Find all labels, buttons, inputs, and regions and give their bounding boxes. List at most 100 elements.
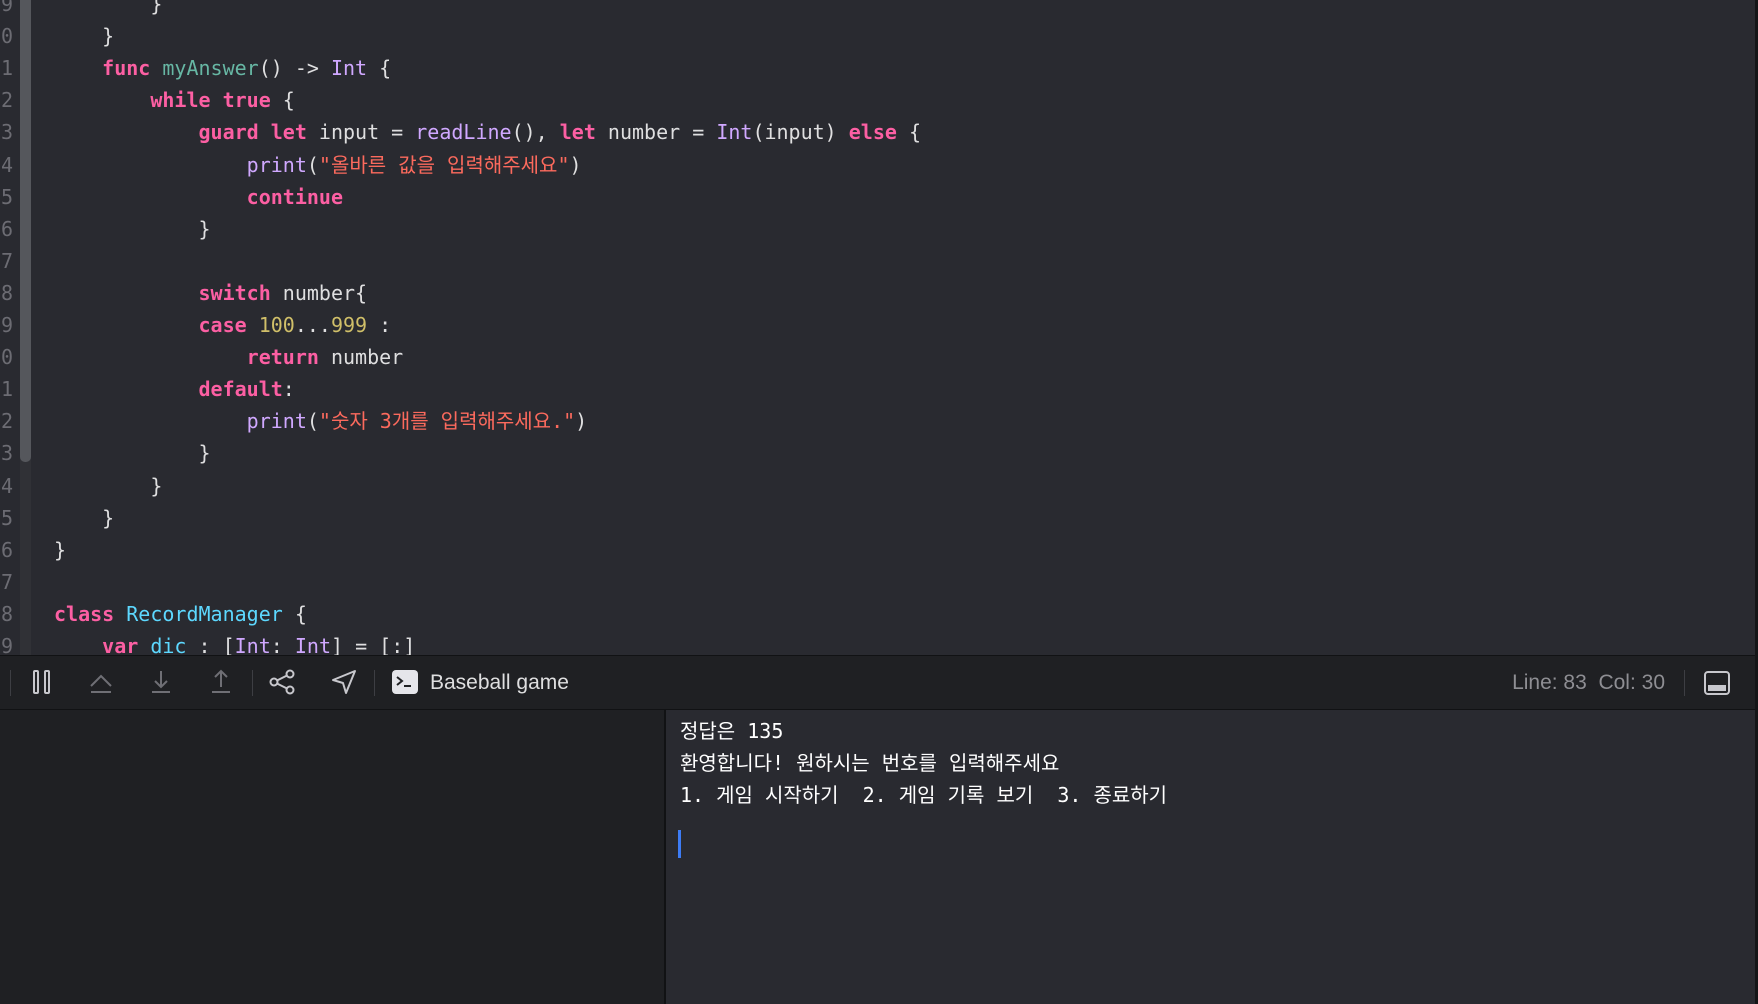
line-number: 0 — [0, 345, 13, 370]
code-line[interactable]: while true { — [54, 88, 295, 112]
code-line[interactable]: case 100...999 : — [54, 313, 392, 337]
code-token: } — [54, 537, 67, 562]
code-token: { — [282, 601, 307, 626]
panel-toggle-icon[interactable] — [1703, 670, 1731, 696]
code-token: class — [54, 601, 115, 626]
code-token: dic — [150, 634, 187, 655]
code-line[interactable]: } — [54, 506, 114, 530]
line-number: 9 — [0, 313, 13, 337]
code-token: Int — [716, 120, 753, 145]
code-token: : — [282, 377, 295, 402]
console-output[interactable]: 정답은 135 환영합니다! 원하시는 번호를 입력해주세요 1. 게임 시작하… — [666, 710, 1755, 1004]
debug-memory-graph-button[interactable] — [267, 666, 299, 698]
code-token: ( — [306, 152, 319, 177]
line-number: 2 — [0, 409, 13, 434]
code-token: 999 — [330, 313, 368, 337]
pause-button[interactable] — [26, 666, 58, 698]
code-line[interactable]: switch number{ — [54, 280, 368, 305]
code-token: { — [896, 120, 922, 145]
code-token: ) — [575, 409, 588, 434]
line-number: 4 — [0, 473, 13, 498]
code-token: RecordManager — [126, 601, 283, 626]
code-token: continue — [246, 184, 343, 209]
terminal-icon — [392, 670, 418, 694]
code-line[interactable]: default: — [54, 377, 295, 401]
code-token: number = — [595, 120, 717, 145]
step-over-button[interactable] — [85, 666, 117, 698]
code-token: readLine — [415, 120, 512, 145]
code-line[interactable]: print("숫자 3개를 입력해주세요.") — [54, 409, 588, 434]
code-line[interactable]: } — [54, 24, 114, 48]
step-over-icon — [90, 674, 112, 693]
code-token: 100 — [258, 313, 295, 337]
code-token: else — [848, 120, 897, 145]
code-token: Int — [234, 634, 271, 655]
code-token: case — [198, 313, 247, 337]
code-token: return — [246, 345, 319, 370]
step-out-button[interactable] — [205, 666, 237, 698]
console-line: 환영합니다! 원하시는 번호를 입력해주세요 — [680, 751, 1060, 775]
code-line[interactable]: } — [54, 0, 162, 16]
code-token: } — [54, 0, 163, 16]
debug-target-name[interactable]: Baseball game — [430, 670, 569, 696]
line-number: 9 — [0, 0, 13, 16]
location-icon — [332, 670, 356, 694]
code-line[interactable]: } — [54, 538, 66, 562]
code-line[interactable]: } — [54, 474, 162, 498]
code-token: switch — [198, 280, 271, 305]
code-token: } — [54, 441, 211, 466]
code-line[interactable]: return number — [54, 345, 404, 370]
code-line[interactable]: guard let input = readLine(), let number… — [54, 120, 922, 145]
code-token: print — [246, 409, 307, 434]
code-token: ( — [306, 409, 319, 434]
code-token: ... — [294, 313, 331, 337]
code-token: : — [270, 634, 295, 655]
code-token: "숫자 3개를 입력해주세요." — [318, 409, 576, 434]
code-token: number{ — [270, 280, 368, 305]
console-line: 정답은 135 — [680, 719, 784, 743]
code-line[interactable]: print("올바른 값을 입력해주세요") — [54, 153, 582, 177]
line-number: 4 — [0, 152, 13, 177]
code-token: Int — [294, 634, 331, 655]
code-token: myAnswer — [162, 56, 259, 81]
step-into-button[interactable] — [145, 666, 177, 698]
simulate-location-button[interactable] — [328, 666, 360, 698]
line-number: 3 — [0, 120, 13, 145]
code-token: { — [270, 88, 295, 113]
code-token: } — [54, 216, 211, 241]
code-line[interactable]: func myAnswer() -> Int { — [54, 56, 391, 80]
line-number: 7 — [0, 248, 13, 273]
line-number: 2 — [0, 88, 13, 113]
code-token: print — [246, 152, 307, 177]
code-line[interactable]: var dic : [Int: Int] = [:] — [54, 634, 415, 655]
code-line[interactable]: } — [54, 216, 211, 241]
toolbar-separator — [374, 670, 375, 696]
code-token: ) — [569, 152, 582, 177]
variables-view[interactable] — [0, 710, 664, 1004]
code-token: let — [559, 120, 596, 145]
line-number: 8 — [0, 280, 13, 305]
code-editor[interactable]: 901234567890123456789 } } func myAnswer(… — [0, 0, 1755, 655]
code-line[interactable]: } — [54, 441, 211, 466]
line-number: 6 — [0, 537, 13, 562]
code-line[interactable]: continue — [54, 185, 343, 209]
line-number: 1 — [0, 56, 13, 81]
code-line[interactable]: class RecordManager { — [54, 602, 307, 626]
line-number: 6 — [0, 216, 13, 241]
change-ribbon[interactable] — [20, 0, 31, 462]
code-token: number — [318, 345, 404, 370]
code-token: { — [367, 56, 392, 81]
